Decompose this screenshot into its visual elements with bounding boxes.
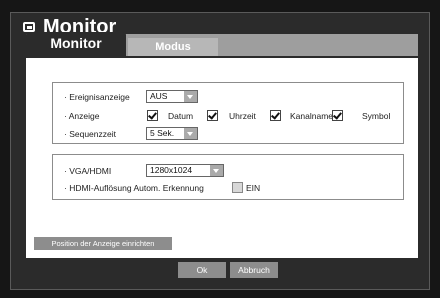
sequence-time-value: 5 Sek.: [150, 128, 175, 138]
symbol-label: Symbol: [362, 111, 391, 121]
vga-hdmi-value: 1280x1024: [150, 165, 193, 175]
channel-name-label: Kanalname: [290, 111, 334, 121]
display-position-button[interactable]: Position der Anzeige einrichten: [34, 237, 172, 250]
display-label: · Anzeige: [64, 111, 100, 121]
output-settings-group: [52, 154, 404, 200]
hdmi-auto-detect-label: · HDMI-Auflösung Autom. Erkennung: [64, 183, 204, 193]
time-checkbox[interactable]: [207, 110, 218, 121]
tab-modus[interactable]: Modus: [128, 38, 218, 56]
date-label: Datum: [168, 111, 194, 121]
vga-hdmi-label: · VGA/HDMI: [64, 166, 112, 176]
tab-monitor[interactable]: Monitor: [26, 32, 126, 58]
sequence-time-select[interactable]: 5 Sek.: [146, 127, 198, 140]
chevron-down-icon: [184, 128, 197, 139]
chevron-down-icon: [210, 165, 223, 176]
event-display-value: AUS: [150, 91, 168, 101]
symbol-checkbox[interactable]: [332, 110, 343, 121]
sequence-time-label: · Sequenzzeit: [64, 129, 116, 139]
monitor-icon: [23, 22, 35, 32]
event-display-select[interactable]: AUS: [146, 90, 198, 103]
date-checkbox[interactable]: [147, 110, 158, 121]
time-label: Uhrzeit: [229, 111, 256, 121]
chevron-down-icon: [184, 91, 197, 102]
event-display-label: · Ereignisanzeige: [64, 92, 130, 102]
ok-button[interactable]: Ok: [178, 262, 226, 278]
hdmi-auto-detect-option-label: EIN: [246, 183, 261, 193]
hdmi-auto-detect-checkbox[interactable]: [232, 182, 243, 193]
vga-hdmi-select[interactable]: 1280x1024: [146, 164, 224, 177]
channel-name-checkbox[interactable]: [270, 110, 281, 121]
cancel-button[interactable]: Abbruch: [230, 262, 278, 278]
